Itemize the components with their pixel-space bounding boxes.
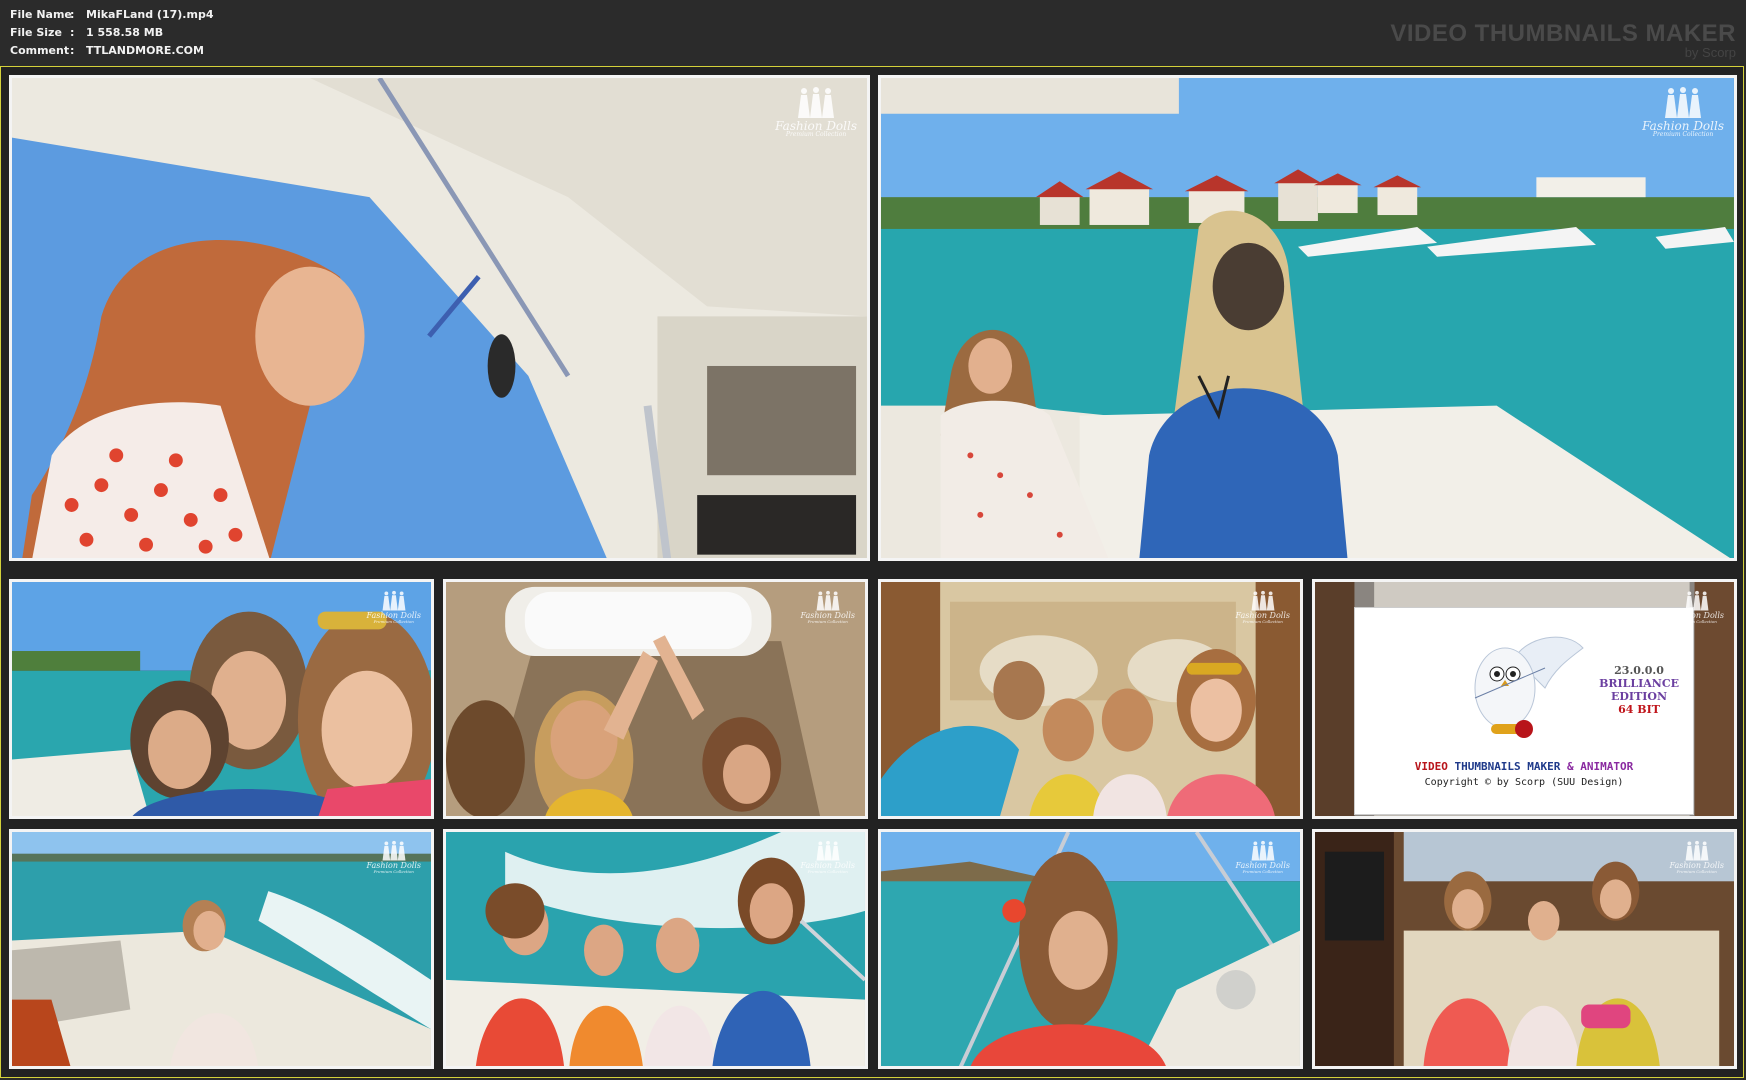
watermark-line2: Premium Collection (1676, 869, 1717, 874)
vtm-splash-card: 23.0.0.0 BRILLIANCE EDITION 64 BIT VIDEO… (1355, 608, 1693, 814)
silhouettes-icon (1685, 840, 1709, 861)
watermark-line2: Premium Collection (1676, 619, 1717, 624)
thumbnail-3[interactable]: Fashion Dolls Premium Collection (9, 579, 434, 819)
comment-row: Comment : TTLANDMORE.COM (10, 42, 213, 60)
comment-value: TTLANDMORE.COM (86, 44, 204, 57)
watermark-line2: Premium Collection (807, 619, 848, 624)
bits-label: 64 BIT (1618, 703, 1660, 716)
watermark-line2: Premium Collection (807, 869, 848, 874)
thumbnail-10[interactable]: Fashion Dolls Premium Collection (1312, 829, 1737, 1069)
comment-sep: : (70, 44, 75, 57)
version-number: 23.0.0.0 (1614, 664, 1664, 677)
fashion-dolls-watermark: Fashion Dolls Premium Collection (1235, 590, 1290, 624)
watermark-line2: Premium Collection (373, 869, 414, 874)
edition-line1: BRILLIANCE (1599, 677, 1679, 690)
silhouettes-icon (382, 590, 406, 611)
silhouettes-icon (382, 840, 406, 861)
silhouettes-icon (1251, 590, 1275, 611)
file-name-key: File Name (10, 8, 72, 21)
file-size-row: File Size : 1 558.58 MB (10, 24, 213, 42)
fashion-dolls-watermark: Fashion Dolls Premium Collection (366, 590, 421, 624)
fashion-dolls-watermark: Fashion Dolls Premium Collection (1669, 590, 1724, 624)
watermark-line2: Premium Collection (1242, 869, 1283, 874)
silhouettes-icon (1665, 87, 1702, 118)
product-part-c: & ANIMATOR (1567, 760, 1634, 773)
file-name-value: MikaFLand (17).mp4 (86, 8, 214, 21)
thumbnail-8[interactable]: Fashion Dolls Premium Collection (443, 829, 868, 1069)
vtm-brand: VIDEO THUMBNAILS MAKER by Scorp (1390, 22, 1736, 60)
fashion-dolls-watermark: Fashion Dolls Premium Collection (1642, 86, 1724, 138)
thumbnail-1[interactable]: Fashion Dolls Premium Collection (9, 75, 870, 561)
scene-marina (881, 78, 1734, 558)
file-size-value: 1 558.58 MB (86, 26, 164, 39)
owl-icon (1474, 636, 1584, 738)
thumbnail-6[interactable]: 23.0.0.0 BRILLIANCE EDITION 64 BIT VIDEO… (1312, 579, 1737, 819)
silhouettes-icon (816, 840, 840, 861)
watermark-line2: Premium Collection (373, 619, 414, 624)
thumbnail-4[interactable]: Fashion Dolls Premium Collection (443, 579, 868, 819)
fashion-dolls-watermark: Fashion Dolls Premium Collection (1235, 840, 1290, 874)
file-size-key: File Size (10, 26, 62, 39)
silhouettes-icon (798, 87, 835, 118)
version-info: 23.0.0.0 BRILLIANCE EDITION 64 BIT (1599, 664, 1679, 716)
comment-key: Comment (10, 44, 70, 57)
watermark-line2: Premium Collection (1652, 131, 1714, 138)
brand-subtitle: by Scorp (1684, 45, 1736, 60)
silhouettes-icon (816, 590, 840, 611)
thumbnail-2[interactable]: Fashion Dolls Premium Collection (878, 75, 1737, 561)
watermark-line2: Premium Collection (1242, 619, 1283, 624)
fashion-dolls-watermark: Fashion Dolls Premium Collection (775, 86, 857, 138)
thumbnail-5[interactable]: Fashion Dolls Premium Collection (878, 579, 1303, 819)
brand-title: VIDEO THUMBNAILS MAKER (1390, 20, 1736, 47)
file-name-sep: : (70, 8, 75, 21)
product-part-a: VIDEO (1414, 760, 1448, 773)
scene-boat-deck (12, 78, 867, 558)
fashion-dolls-watermark: Fashion Dolls Premium Collection (366, 840, 421, 874)
file-info: File Name : MikaFLand (17).mp4 File Size… (10, 6, 213, 60)
fashion-dolls-watermark: Fashion Dolls Premium Collection (800, 590, 855, 624)
file-size-sep: : (70, 26, 75, 39)
file-name-row: File Name : MikaFLand (17).mp4 (10, 6, 213, 24)
silhouettes-icon (1685, 590, 1709, 611)
thumbnail-sheet: Fashion Dolls Premium Collection Fashion… (0, 66, 1744, 1078)
product-name: VIDEO THUMBNAILS MAKER & ANIMATOR (1355, 760, 1693, 773)
copyright-text: Copyright © by Scorp (SUU Design) (1424, 777, 1624, 788)
watermark-line2: Premium Collection (785, 131, 847, 138)
fashion-dolls-watermark: Fashion Dolls Premium Collection (800, 840, 855, 874)
fashion-dolls-watermark: Fashion Dolls Premium Collection (1669, 840, 1724, 874)
product-part-b: THUMBNAILS MAKER (1454, 760, 1561, 773)
thumbnail-7[interactable]: Fashion Dolls Premium Collection (9, 829, 434, 1069)
info-header: File Name : MikaFLand (17).mp4 File Size… (0, 0, 1746, 66)
edition-line2: EDITION (1611, 690, 1668, 703)
thumbnail-9[interactable]: Fashion Dolls Premium Collection (878, 829, 1303, 1069)
silhouettes-icon (1251, 840, 1275, 861)
